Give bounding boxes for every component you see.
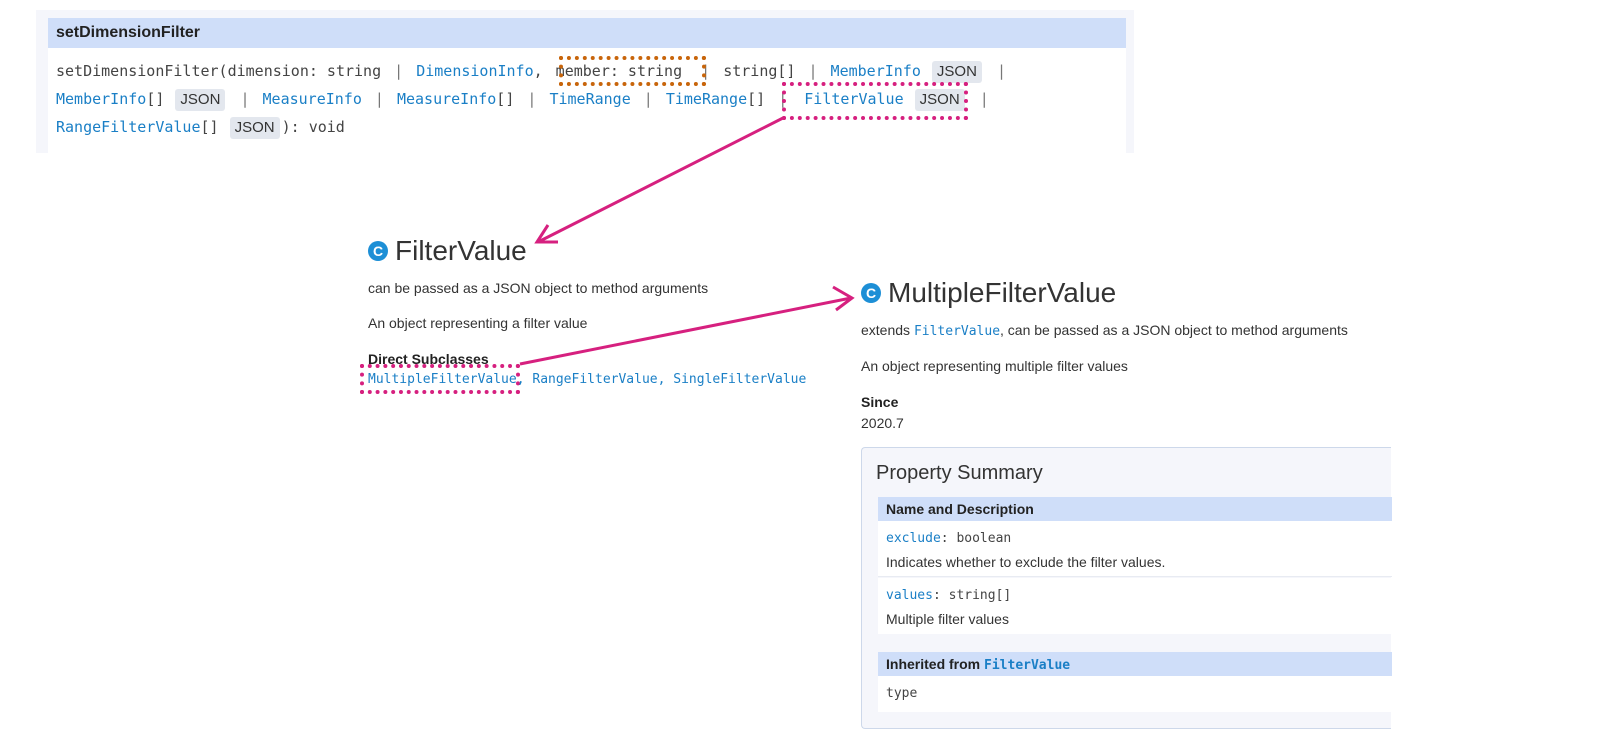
- property-type: : string[]: [932, 588, 1012, 603]
- separator: |: [527, 90, 537, 108]
- method-title: setDimensionFilter: [56, 24, 201, 41]
- separator: |: [394, 62, 404, 80]
- json-badge: JSON: [175, 89, 226, 111]
- subclass-sep: ,: [657, 372, 666, 387]
- string-array: string[]: [723, 62, 796, 80]
- class-icon: C: [861, 283, 881, 303]
- table-row: type: [878, 676, 1392, 712]
- signature-line-3: RangeFilterValue[] JSON): void: [56, 117, 345, 139]
- extends-suffix: , can be passed as a JSON object to meth…: [1000, 322, 1348, 338]
- filtervalue-description: An object representing a filter value: [368, 315, 588, 331]
- property-description: Multiple filter values: [886, 611, 1009, 627]
- class-icon: C: [368, 241, 388, 261]
- json-badge: JSON: [229, 117, 280, 139]
- signature-tail: ): void: [281, 118, 345, 136]
- inherited-label: Inherited from FilterValue: [886, 656, 1070, 673]
- timerange-link[interactable]: TimeRange: [549, 89, 630, 109]
- brackets: []: [146, 90, 165, 108]
- inherited-header: Inherited from FilterValue: [878, 652, 1392, 676]
- brackets: []: [496, 90, 515, 108]
- multiplefiltervalue-description: An object representing multiple filter v…: [861, 358, 1128, 374]
- filtervalue-title: FilterValue: [395, 235, 527, 266]
- comma: ,: [533, 62, 543, 80]
- subclass-link-multiple[interactable]: MultipleFilterValue: [368, 372, 517, 387]
- filtervalue-highlight: [782, 82, 968, 120]
- subclass-link-single[interactable]: SingleFilterValue: [673, 372, 806, 387]
- signature-line-1: setDimensionFilter(dimension: string | D…: [56, 61, 1010, 83]
- inherited-property-link[interactable]: type: [886, 686, 917, 701]
- multiplefiltervalue-title: MultipleFilterValue: [888, 277, 1117, 308]
- property-summary-panel: Property Summary Name and Description ex…: [861, 447, 1392, 729]
- extends-filtervalue-link[interactable]: FilterValue: [914, 324, 1000, 339]
- separator: |: [979, 90, 989, 108]
- separator: |: [643, 90, 653, 108]
- property-description: Indicates whether to exclude the filter …: [886, 554, 1166, 570]
- table-row: exclude: boolean Indicates whether to ex…: [878, 521, 1392, 577]
- extends-line: extends FilterValue, can be passed as a …: [861, 322, 1348, 339]
- separator: |: [240, 90, 250, 108]
- memberinfo-link[interactable]: MemberInfo: [831, 61, 921, 81]
- measureinfo-array-link[interactable]: MeasureInfo: [397, 89, 496, 109]
- separator: |: [996, 62, 1006, 80]
- separator: |: [808, 62, 818, 80]
- property-type: : boolean: [940, 531, 1012, 546]
- filtervalue-json-note: can be passed as a JSON object to method…: [368, 280, 709, 296]
- rangefiltervalue-link[interactable]: RangeFilterValue: [56, 117, 201, 137]
- inherited-filtervalue-link[interactable]: FilterValue: [984, 658, 1070, 673]
- subclass-link-range[interactable]: RangeFilterValue: [532, 372, 657, 387]
- method-header: setDimensionFilter: [48, 18, 1126, 48]
- table-row: values: string[] Multiple filter values: [878, 578, 1392, 634]
- dimensioninfo-link[interactable]: DimensionInfo: [416, 61, 533, 81]
- timerange-array-link[interactable]: TimeRange: [666, 89, 747, 109]
- memberinfo-array-link[interactable]: MemberInfo: [56, 89, 146, 109]
- column-header: Name and Description: [886, 501, 1034, 517]
- property-name-link[interactable]: exclude: [886, 531, 941, 546]
- subclass-list: MultipleFilterValue, RangeFilterValue, S…: [368, 372, 806, 387]
- property-signature: exclude: boolean: [886, 531, 1011, 546]
- since-label: Since: [861, 394, 899, 410]
- measureinfo-link[interactable]: MeasureInfo: [263, 89, 362, 109]
- since-value: 2020.7: [861, 415, 904, 431]
- json-badge: JSON: [931, 61, 982, 83]
- extends-prefix: extends: [861, 322, 911, 338]
- member-param-highlight: [559, 56, 706, 86]
- separator: |: [374, 90, 384, 108]
- table-header: Name and Description: [878, 497, 1392, 521]
- property-signature: values: string[]: [886, 588, 1011, 603]
- subclass-sep: ,: [516, 372, 525, 387]
- property-summary-title: Property Summary: [876, 462, 1043, 484]
- brackets: []: [747, 90, 766, 108]
- inherited-prefix: Inherited from: [886, 656, 981, 672]
- signature-fn: setDimensionFilter(dimension: string: [56, 62, 382, 80]
- property-name-link[interactable]: values: [886, 588, 933, 603]
- direct-subclasses-label: Direct Subclasses: [368, 351, 489, 367]
- brackets: []: [200, 118, 219, 136]
